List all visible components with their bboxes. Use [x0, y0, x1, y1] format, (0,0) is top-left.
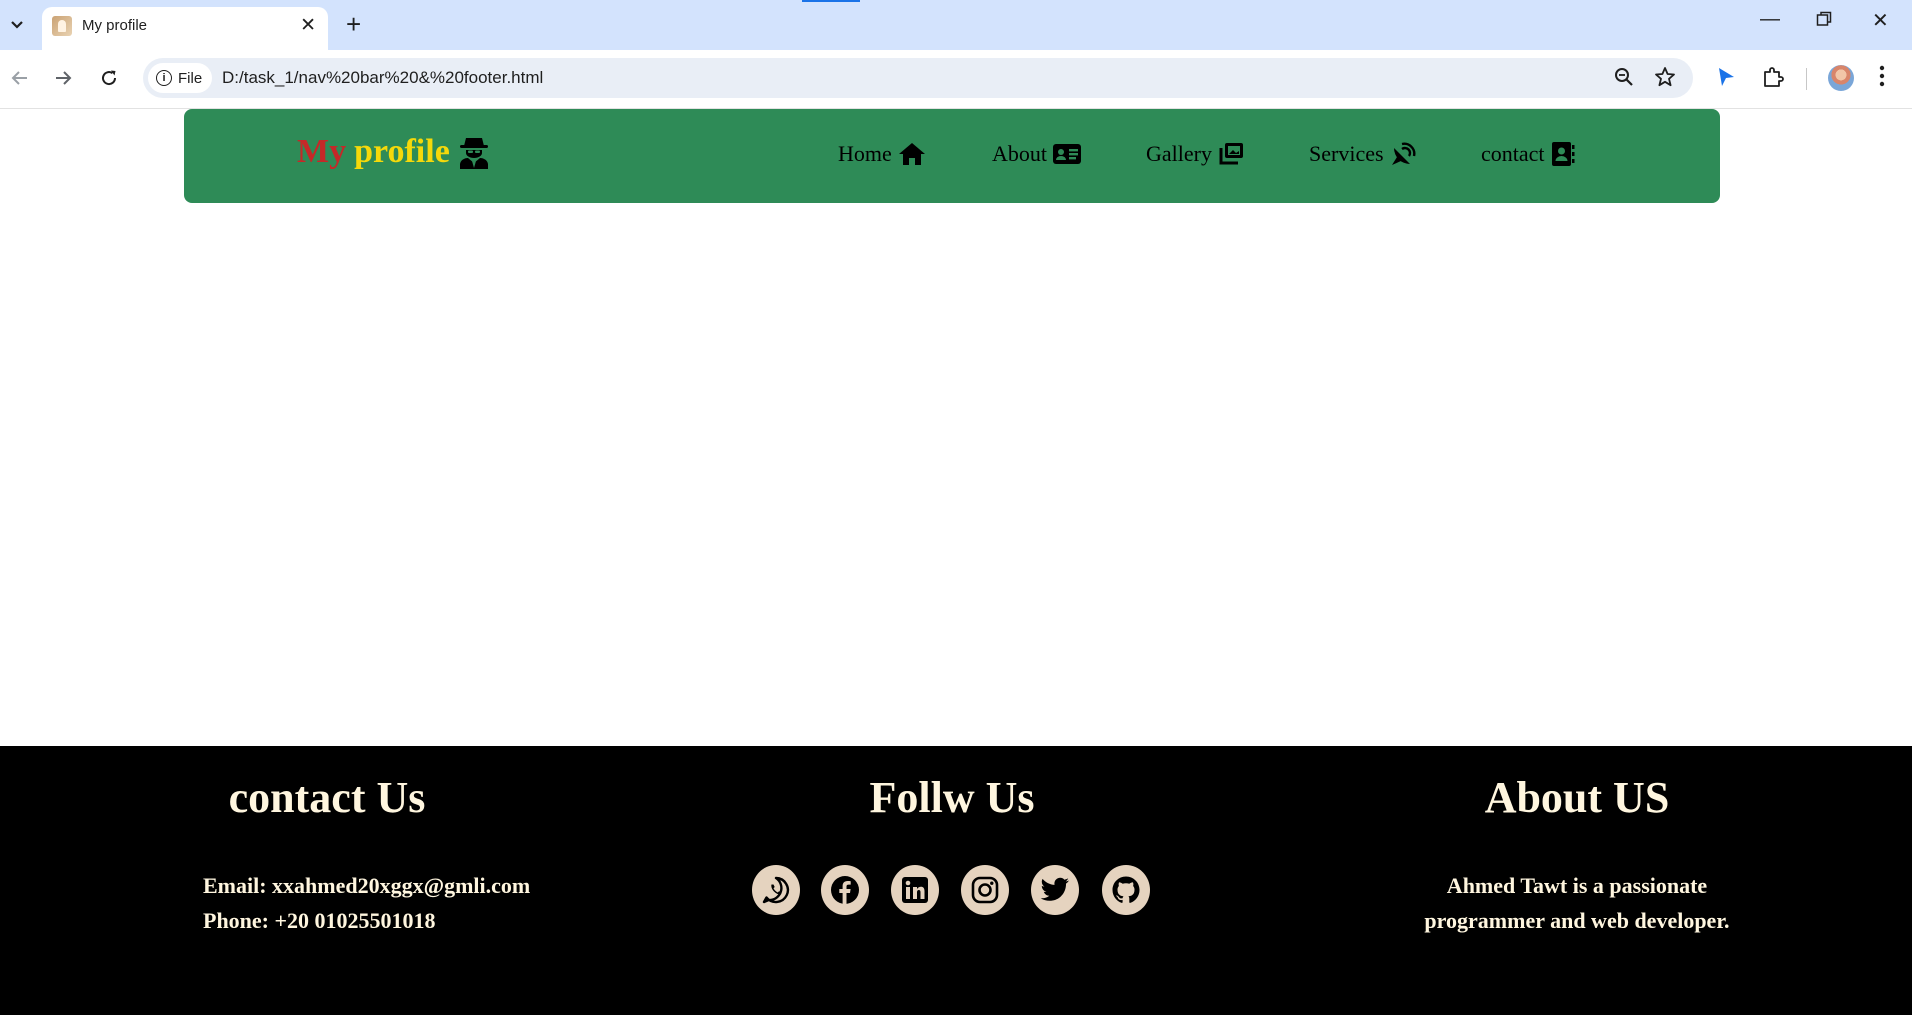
back-button[interactable] [4, 62, 36, 94]
home-icon [898, 143, 925, 165]
brand-my-text: My [297, 133, 347, 170]
twitter-link[interactable] [1031, 865, 1079, 915]
chevron-down-icon [11, 21, 23, 29]
instagram-icon [971, 876, 999, 904]
follow-heading: Follw Us [869, 773, 1035, 822]
extension-arrow-icon[interactable] [1715, 66, 1737, 93]
nav-link-label: Services [1309, 141, 1384, 166]
satellite-dish-icon [1391, 142, 1415, 165]
favicon-icon [52, 16, 72, 36]
arrow-right-icon [56, 71, 72, 85]
whatsapp-icon [762, 876, 790, 904]
about-heading: About US [1484, 773, 1670, 822]
reload-button[interactable] [93, 62, 125, 94]
nav-link-label: About [992, 141, 1047, 166]
images-icon [1219, 143, 1243, 165]
nav-link-services[interactable]: Services [1309, 141, 1416, 167]
info-icon: i [156, 70, 172, 86]
nav-link-contact[interactable]: contact [1481, 141, 1575, 167]
address-bar[interactable]: i File D:/task_1/nav%20bar%20&%20footer.… [143, 58, 1693, 98]
user-secret-icon [459, 138, 488, 169]
twitter-icon [1040, 877, 1069, 901]
browser-toolbar: i File D:/task_1/nav%20bar%20&%20footer.… [0, 50, 1912, 109]
contact-email[interactable]: Email: xxahmed20xggx@gmli.com [203, 868, 530, 903]
scheme-label: File [178, 69, 203, 87]
toolbar-divider [1806, 68, 1807, 90]
nav-link-about[interactable]: About [992, 141, 1081, 167]
nav-link-label: contact [1481, 141, 1545, 166]
linkedin-link[interactable] [891, 865, 939, 915]
nav-link-label: Home [838, 141, 892, 166]
contact-details: Email: xxahmed20xggx@gmli.com Phone: +20… [203, 868, 530, 938]
contact-phone[interactable]: Phone: +20 01025501018 [203, 903, 530, 938]
about-line-1: Ahmed Tawt is a passionate [1446, 873, 1708, 898]
close-window-icon[interactable]: ✕ [1872, 8, 1889, 33]
address-book-icon [1551, 142, 1575, 166]
tab-search-button[interactable] [4, 12, 30, 38]
loading-indicator [802, 0, 860, 2]
url-text[interactable]: D:/task_1/nav%20bar%20&%20footer.html [222, 68, 543, 88]
instagram-link[interactable] [961, 865, 1009, 915]
tab-title: My profile [82, 17, 148, 34]
linkedin-icon [902, 877, 928, 903]
nav-link-home[interactable]: Home [838, 141, 926, 167]
close-tab-icon[interactable]: ✕ [300, 14, 316, 37]
arrow-left-icon [11, 71, 27, 85]
forward-button[interactable] [47, 62, 79, 94]
facebook-icon [831, 876, 859, 904]
kebab-menu-icon[interactable] [1878, 64, 1886, 93]
extensions-puzzle-icon[interactable] [1762, 66, 1784, 93]
brand-profile-text: profile [354, 133, 450, 170]
github-link[interactable] [1102, 865, 1150, 915]
zoom-icon[interactable] [1613, 66, 1635, 93]
contact-heading: contact Us [228, 773, 426, 822]
facebook-link[interactable] [821, 865, 869, 915]
site-navbar: My profile Home About Gallery Services c… [184, 109, 1720, 203]
bookmark-star-icon[interactable] [1654, 66, 1676, 93]
id-card-icon [1053, 144, 1081, 164]
reload-icon [102, 70, 117, 86]
nav-link-gallery[interactable]: Gallery [1146, 141, 1244, 167]
minimize-icon[interactable]: — [1760, 8, 1780, 31]
site-info-chip[interactable]: i File [148, 63, 213, 93]
browser-tab[interactable]: My profile ✕ [42, 7, 328, 50]
about-line-2: programmer and web developer. [1424, 908, 1730, 933]
about-text: Ahmed Tawt is a passionate programmer an… [1424, 868, 1729, 938]
nav-link-label: Gallery [1146, 141, 1212, 166]
profile-avatar[interactable] [1828, 65, 1854, 91]
browser-tabstrip: My profile ✕ + — ✕ [0, 0, 1912, 50]
site-footer: contact Us Email: xxahmed20xggx@gmli.com… [0, 746, 1912, 1015]
whatsapp-link[interactable] [752, 865, 800, 915]
new-tab-button[interactable]: + [346, 9, 361, 40]
restore-icon[interactable] [1816, 10, 1832, 33]
github-icon [1112, 876, 1140, 903]
brand-logo[interactable]: My profile [297, 133, 490, 171]
